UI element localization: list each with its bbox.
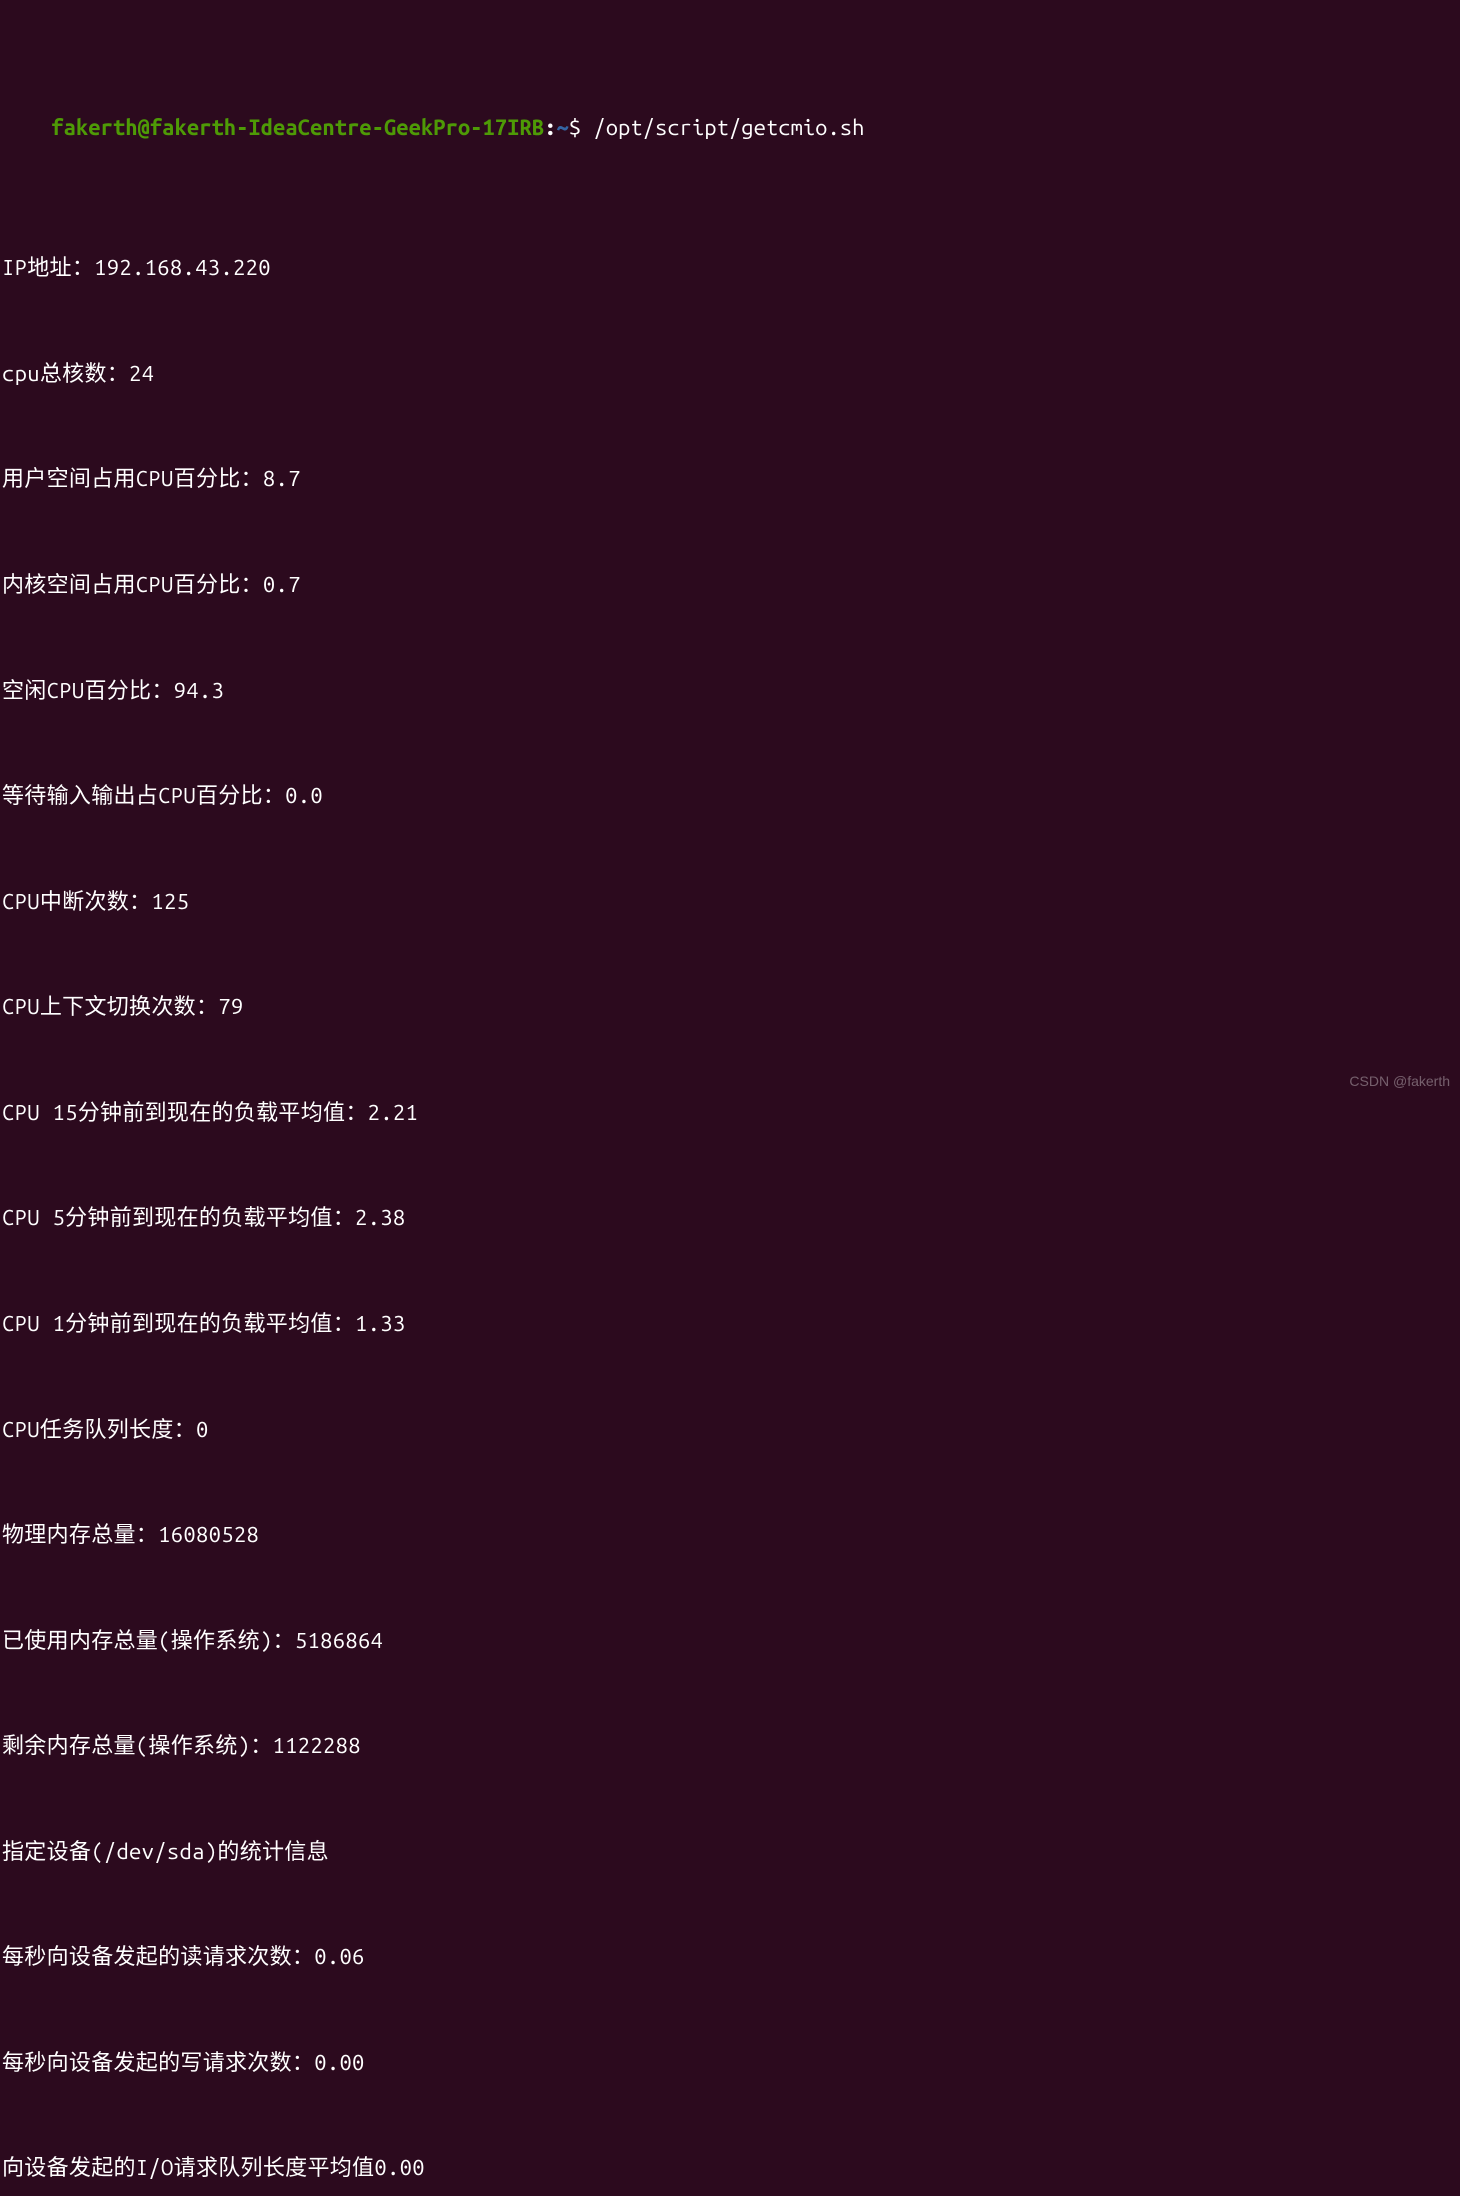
output-line: CPU 15分钟前到现在的负载平均值：2.21 xyxy=(2,1095,1458,1130)
output-line: 等待输入输出占CPU百分比：0.0 xyxy=(2,778,1458,813)
output-line: CPU 1分钟前到现在的负载平均值：1.33 xyxy=(2,1306,1458,1341)
prompt-at: @ xyxy=(138,115,150,140)
output-line: 空闲CPU百分比：94.3 xyxy=(2,673,1458,708)
prompt-host: fakerth-IdeaCentre-GeekPro-17IRB xyxy=(150,115,544,140)
output-line: CPU 5分钟前到现在的负载平均值：2.38 xyxy=(2,1200,1458,1235)
output-line: IP地址：192.168.43.220 xyxy=(2,250,1458,285)
output-line: 已使用内存总量(操作系统)：5186864 xyxy=(2,1623,1458,1658)
prompt-symbol: $ xyxy=(569,115,594,140)
output-line: 内核空间占用CPU百分比：0.7 xyxy=(2,567,1458,602)
output-line: 指定设备(/dev/sda)的统计信息 xyxy=(2,1834,1458,1869)
output-line: 每秒向设备发起的写请求次数：0.00 xyxy=(2,2045,1458,2080)
output-line: 剩余内存总量(操作系统)：1122288 xyxy=(2,1728,1458,1763)
prompt-colon: : xyxy=(544,115,556,140)
terminal-window[interactable]: fakerth@fakerth-IdeaCentre-GeekPro-17IRB… xyxy=(2,4,1458,2196)
output-line: CPU任务队列长度：0 xyxy=(2,1412,1458,1447)
prompt-path: ~ xyxy=(556,115,568,140)
output-line: 用户空间占用CPU百分比：8.7 xyxy=(2,461,1458,496)
command-text: /opt/script/getcmio.sh xyxy=(593,115,864,140)
output-line: 每秒向设备发起的读请求次数：0.06 xyxy=(2,1939,1458,1974)
output-line: 物理内存总量：16080528 xyxy=(2,1517,1458,1552)
output-line: 向设备发起的I/O请求队列长度平均值0.00 xyxy=(2,2150,1458,2185)
watermark-text: CSDN @fakerth xyxy=(1349,1070,1450,1092)
output-line: CPU上下文切换次数：79 xyxy=(2,989,1458,1024)
output-line: CPU中断次数：125 xyxy=(2,884,1458,919)
output-line: cpu总核数：24 xyxy=(2,356,1458,391)
prompt-line: fakerth@fakerth-IdeaCentre-GeekPro-17IRB… xyxy=(2,74,1458,180)
prompt-user: fakerth xyxy=(51,115,137,140)
